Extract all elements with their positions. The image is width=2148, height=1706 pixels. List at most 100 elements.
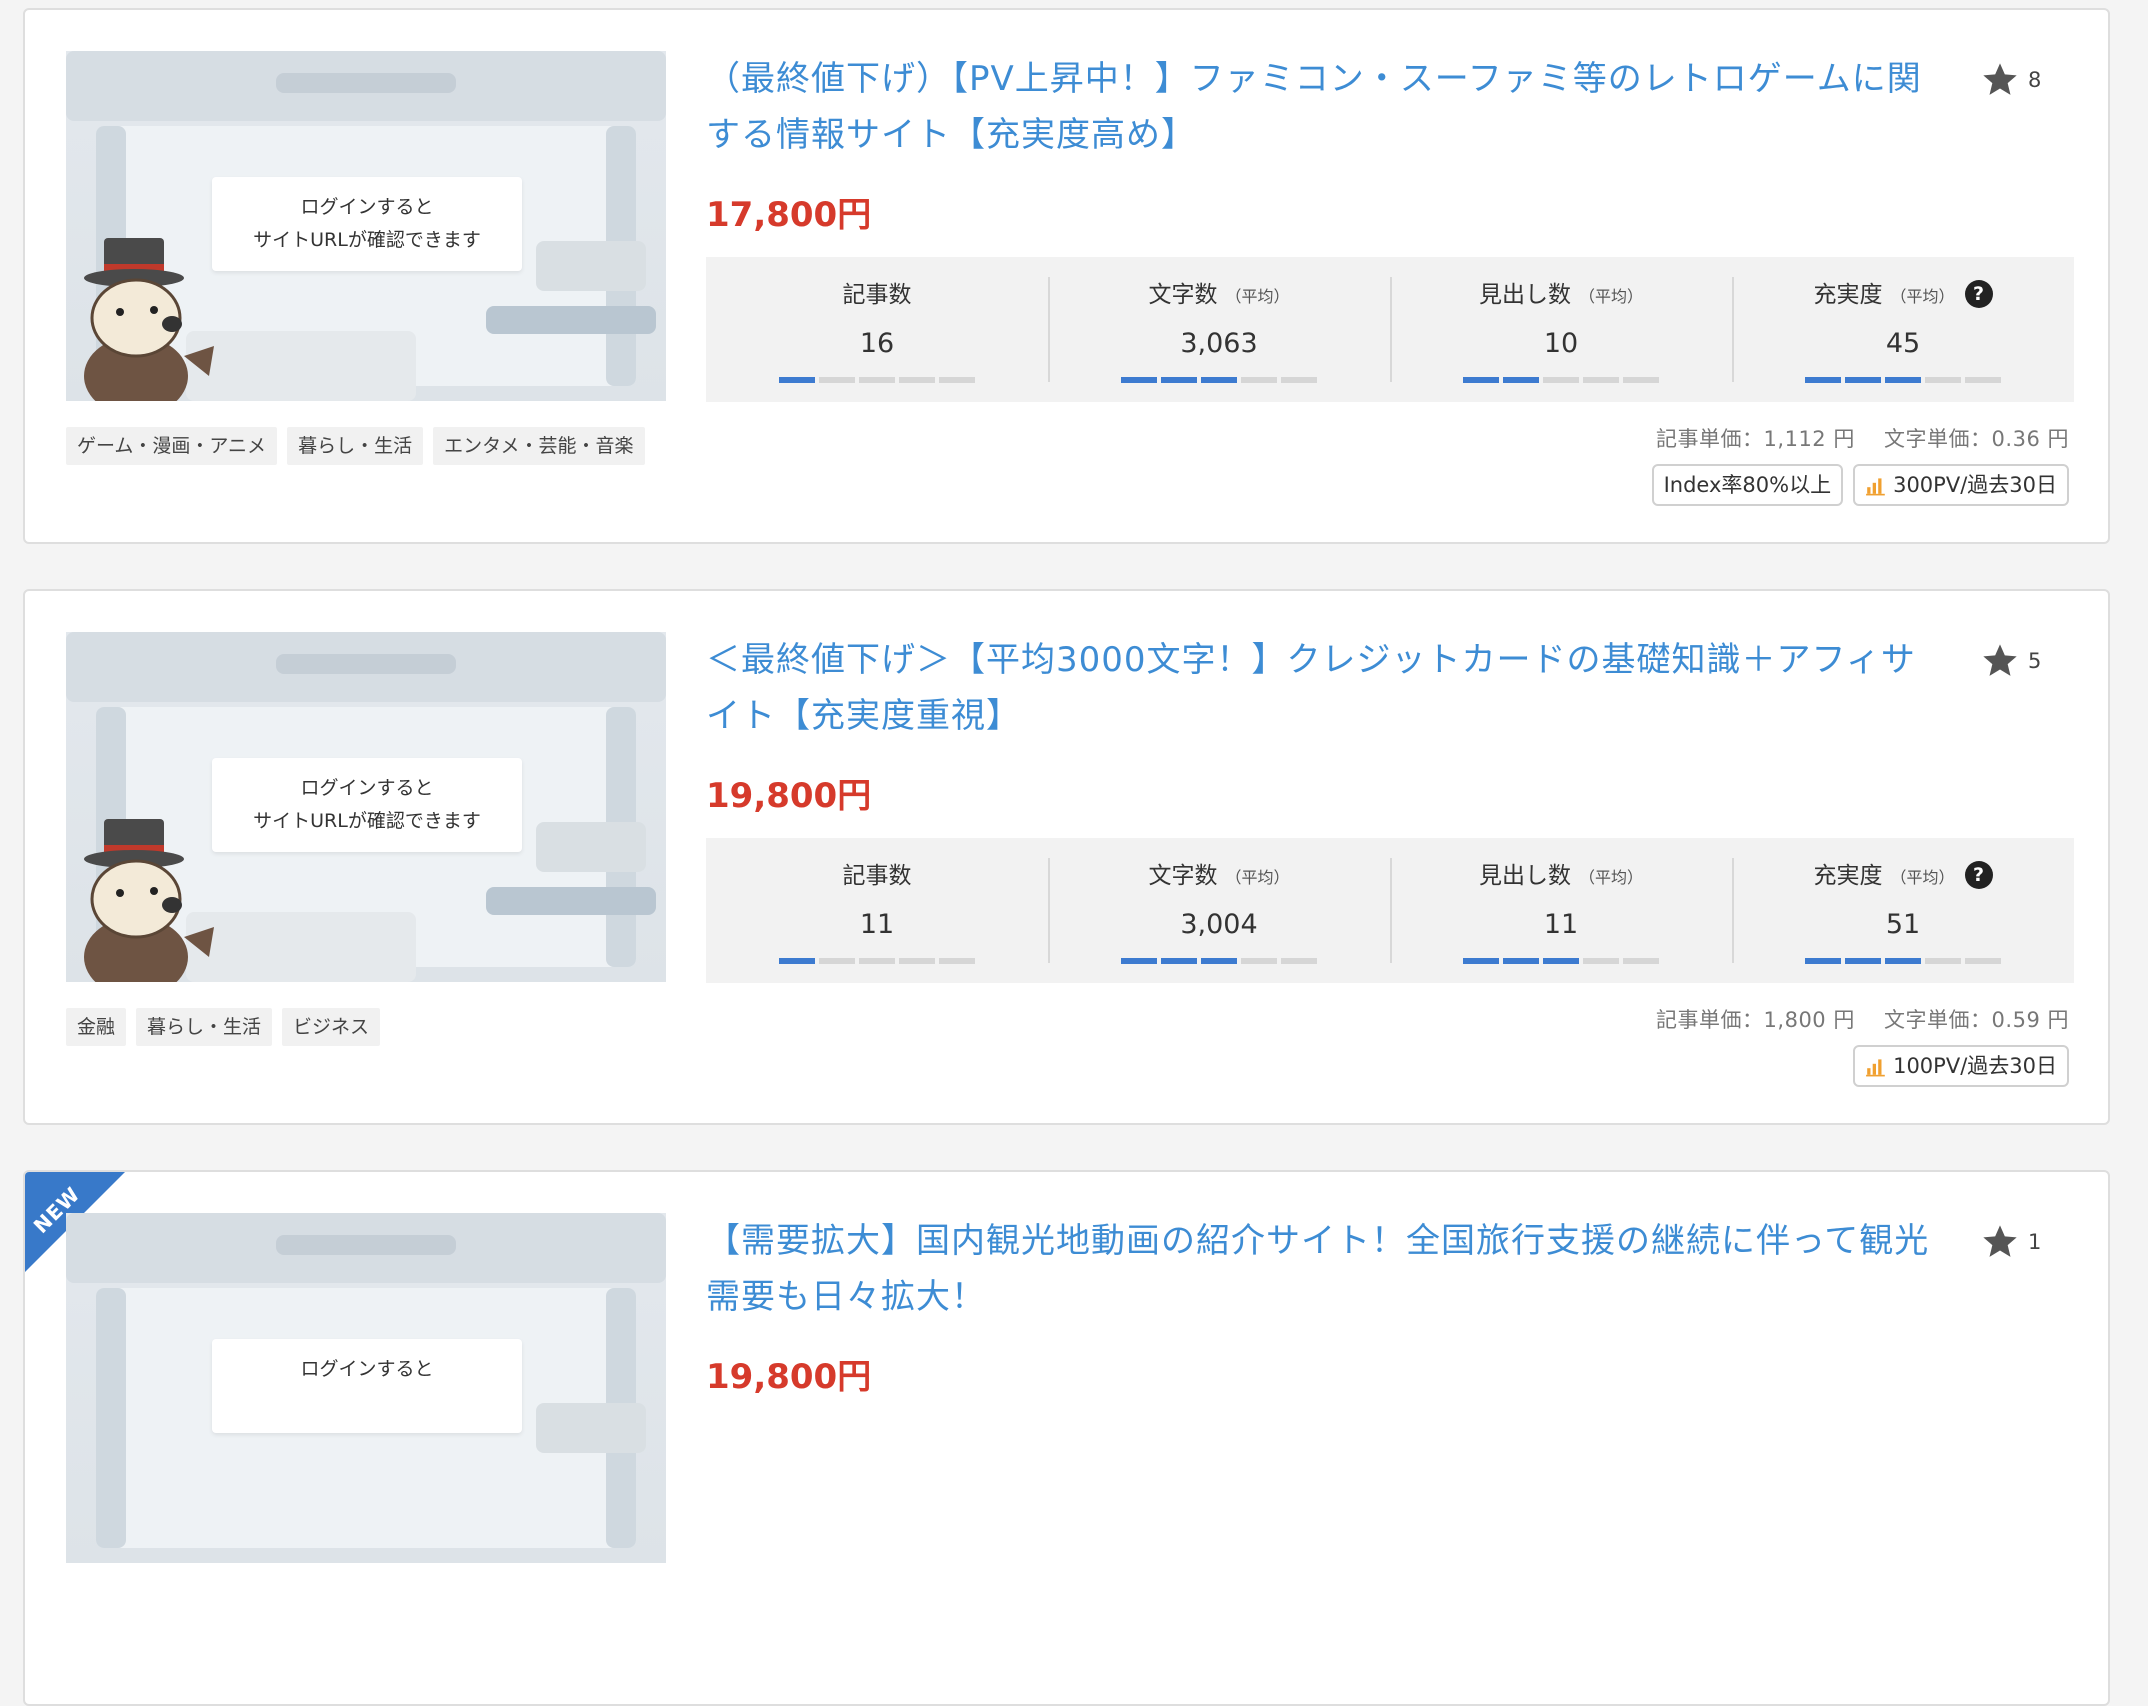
level-bar-segment — [1241, 377, 1277, 383]
level-bar-segment — [1885, 377, 1921, 383]
level-bar — [1390, 958, 1732, 964]
help-icon[interactable]: ? — [1964, 861, 1993, 889]
stat-chars: 文字数 （平均） 3,004 — [1048, 838, 1390, 983]
level-bar-segment — [1805, 958, 1841, 964]
favorite-button[interactable]: 5 — [1980, 641, 2041, 681]
level-bar-segment — [1281, 958, 1317, 964]
unit-prices: 記事単価：1,112 円 文字単価：0.36 円 — [1656, 427, 2069, 451]
bar-chart-icon — [1866, 1059, 1885, 1077]
help-icon[interactable]: ? — [1964, 280, 1993, 308]
level-bar-segment — [819, 958, 855, 964]
level-bar-segment — [1805, 377, 1841, 383]
stat-quality: 充実度 （平均）? 51 — [1732, 838, 2074, 983]
level-bar-segment — [939, 958, 975, 964]
login-notice: ログインすると サイトURLが確認できます — [212, 758, 522, 852]
listing-title[interactable]: ＜最終値下げ＞【平均3000文字！】クレジットカードの基礎知識＋アフィサイト【充… — [706, 632, 1946, 744]
stats-panel: 記事数 16 文字数 （平均） 3,063 見出し数 （平均） 10 充実度 （平均）… — [706, 257, 2074, 402]
level-bar-segment — [1121, 377, 1157, 383]
otter-mascot-icon — [84, 819, 214, 982]
level-bar-segment — [779, 958, 815, 964]
star-icon — [1983, 1225, 2017, 1257]
listing-price: 17,800円 — [706, 195, 872, 235]
level-bar-segment — [1201, 958, 1237, 964]
level-bar-segment — [939, 377, 975, 383]
level-bar — [706, 377, 1048, 383]
favorite-button[interactable]: 8 — [1980, 60, 2041, 100]
level-bar-segment — [1845, 377, 1881, 383]
category-tag[interactable]: ゲーム・漫画・アニメ — [66, 427, 278, 465]
star-icon — [1983, 63, 2017, 95]
listing-price: 19,800円 — [706, 776, 872, 816]
level-bar-segment — [779, 377, 815, 383]
index-rate-badge: Index率80%以上 — [1651, 464, 1844, 506]
category-tag[interactable]: エンタメ・芸能・音楽 — [433, 427, 645, 465]
site-thumbnail[interactable]: ログインすると サイトURLが確認できます — [66, 632, 666, 982]
category-tag[interactable]: 暮らし・生活 — [136, 1008, 273, 1046]
stat-articles: 記事数 11 — [706, 838, 1048, 983]
level-bar-segment — [1885, 958, 1921, 964]
level-bar-segment — [1623, 377, 1659, 383]
level-bar-segment — [899, 377, 935, 383]
level-bar-segment — [1925, 958, 1961, 964]
stat-headings: 見出し数 （平均） 11 — [1390, 838, 1732, 983]
level-bar — [1048, 958, 1390, 964]
level-bar-segment — [899, 958, 935, 964]
category-tags: ゲーム・漫画・アニメ 暮らし・生活 エンタメ・芸能・音楽 — [66, 427, 645, 465]
listing-title[interactable]: 【需要拡大】国内観光地動画の紹介サイト！全国旅行支援の継続に伴って観光需要も日々… — [706, 1213, 1946, 1325]
level-bar-segment — [859, 958, 895, 964]
listing-title[interactable]: （最終値下げ）【PV上昇中！】ファミコン・スーファミ等のレトロゲームに関する情報… — [706, 51, 1946, 163]
level-bar-segment — [1543, 958, 1579, 964]
level-bar-segment — [1965, 377, 2001, 383]
level-bar-segment — [1161, 958, 1197, 964]
stat-headings: 見出し数 （平均） 10 — [1390, 257, 1732, 402]
otter-mascot-icon — [84, 238, 214, 401]
level-bar-segment — [1623, 958, 1659, 964]
level-bar-segment — [1543, 377, 1579, 383]
level-bar — [1048, 377, 1390, 383]
level-bar-segment — [1925, 377, 1961, 383]
site-thumbnail[interactable]: ログインすると サイトURLが確認できます — [66, 51, 666, 401]
site-thumbnail[interactable]: ログインすると — [66, 1213, 666, 1563]
favorite-count: 1 — [2028, 1230, 2042, 1254]
level-bar-segment — [1201, 377, 1237, 383]
level-bar-segment — [1161, 377, 1197, 383]
level-bar-segment — [859, 377, 895, 383]
pv-badge: 100PV/過去30日 — [1853, 1045, 2069, 1087]
level-bar-segment — [1503, 377, 1539, 383]
pv-badge: 300PV/過去30日 — [1853, 464, 2069, 506]
level-bar-segment — [1965, 958, 2001, 964]
login-notice: ログインすると サイトURLが確認できます — [212, 177, 522, 271]
level-bar — [706, 958, 1048, 964]
badges: 100PV/過去30日 — [1853, 1045, 2069, 1087]
level-bar — [1390, 377, 1732, 383]
category-tag[interactable]: 金融 — [66, 1008, 127, 1046]
level-bar-segment — [1121, 958, 1157, 964]
listing-card[interactable]: NEW ログインすると 【需要拡大】国内観光地動画の紹介サイト！全国旅行支援の継… — [23, 1170, 2110, 1706]
bar-chart-icon — [1866, 478, 1885, 496]
level-bar-segment — [1463, 958, 1499, 964]
stat-articles: 記事数 16 — [706, 257, 1048, 402]
level-bar-segment — [1463, 377, 1499, 383]
favorite-button[interactable]: 1 — [1980, 1222, 2041, 1262]
listing-card[interactable]: ログインすると サイトURLが確認できます 金融 暮らし・生活 ビジネス ＜最終… — [23, 589, 2110, 1125]
level-bar-segment — [819, 377, 855, 383]
favorite-count: 8 — [2028, 68, 2042, 92]
level-bar-segment — [1281, 377, 1317, 383]
category-tag[interactable]: ビジネス — [282, 1008, 381, 1046]
category-tag[interactable]: 暮らし・生活 — [287, 427, 424, 465]
favorite-count: 5 — [2028, 649, 2042, 673]
level-bar-segment — [1503, 958, 1539, 964]
stat-chars: 文字数 （平均） 3,063 — [1048, 257, 1390, 402]
listing-price: 19,800円 — [706, 1357, 872, 1397]
star-icon — [1983, 644, 2017, 676]
level-bar-segment — [1583, 958, 1619, 964]
level-bar-segment — [1583, 377, 1619, 383]
level-bar — [1732, 377, 2074, 383]
stats-panel: 記事数 11 文字数 （平均） 3,004 見出し数 （平均） 11 充実度 （平均）… — [706, 838, 2074, 983]
unit-prices: 記事単価：1,800 円 文字単価：0.59 円 — [1656, 1008, 2069, 1032]
listing-card[interactable]: ログインすると サイトURLが確認できます ゲーム・漫画・アニメ 暮らし・生活 … — [23, 8, 2110, 544]
level-bar-segment — [1241, 958, 1277, 964]
badges: Index率80%以上 300PV/過去30日 — [1651, 464, 2069, 506]
level-bar-segment — [1845, 958, 1881, 964]
stat-quality: 充実度 （平均）? 45 — [1732, 257, 2074, 402]
